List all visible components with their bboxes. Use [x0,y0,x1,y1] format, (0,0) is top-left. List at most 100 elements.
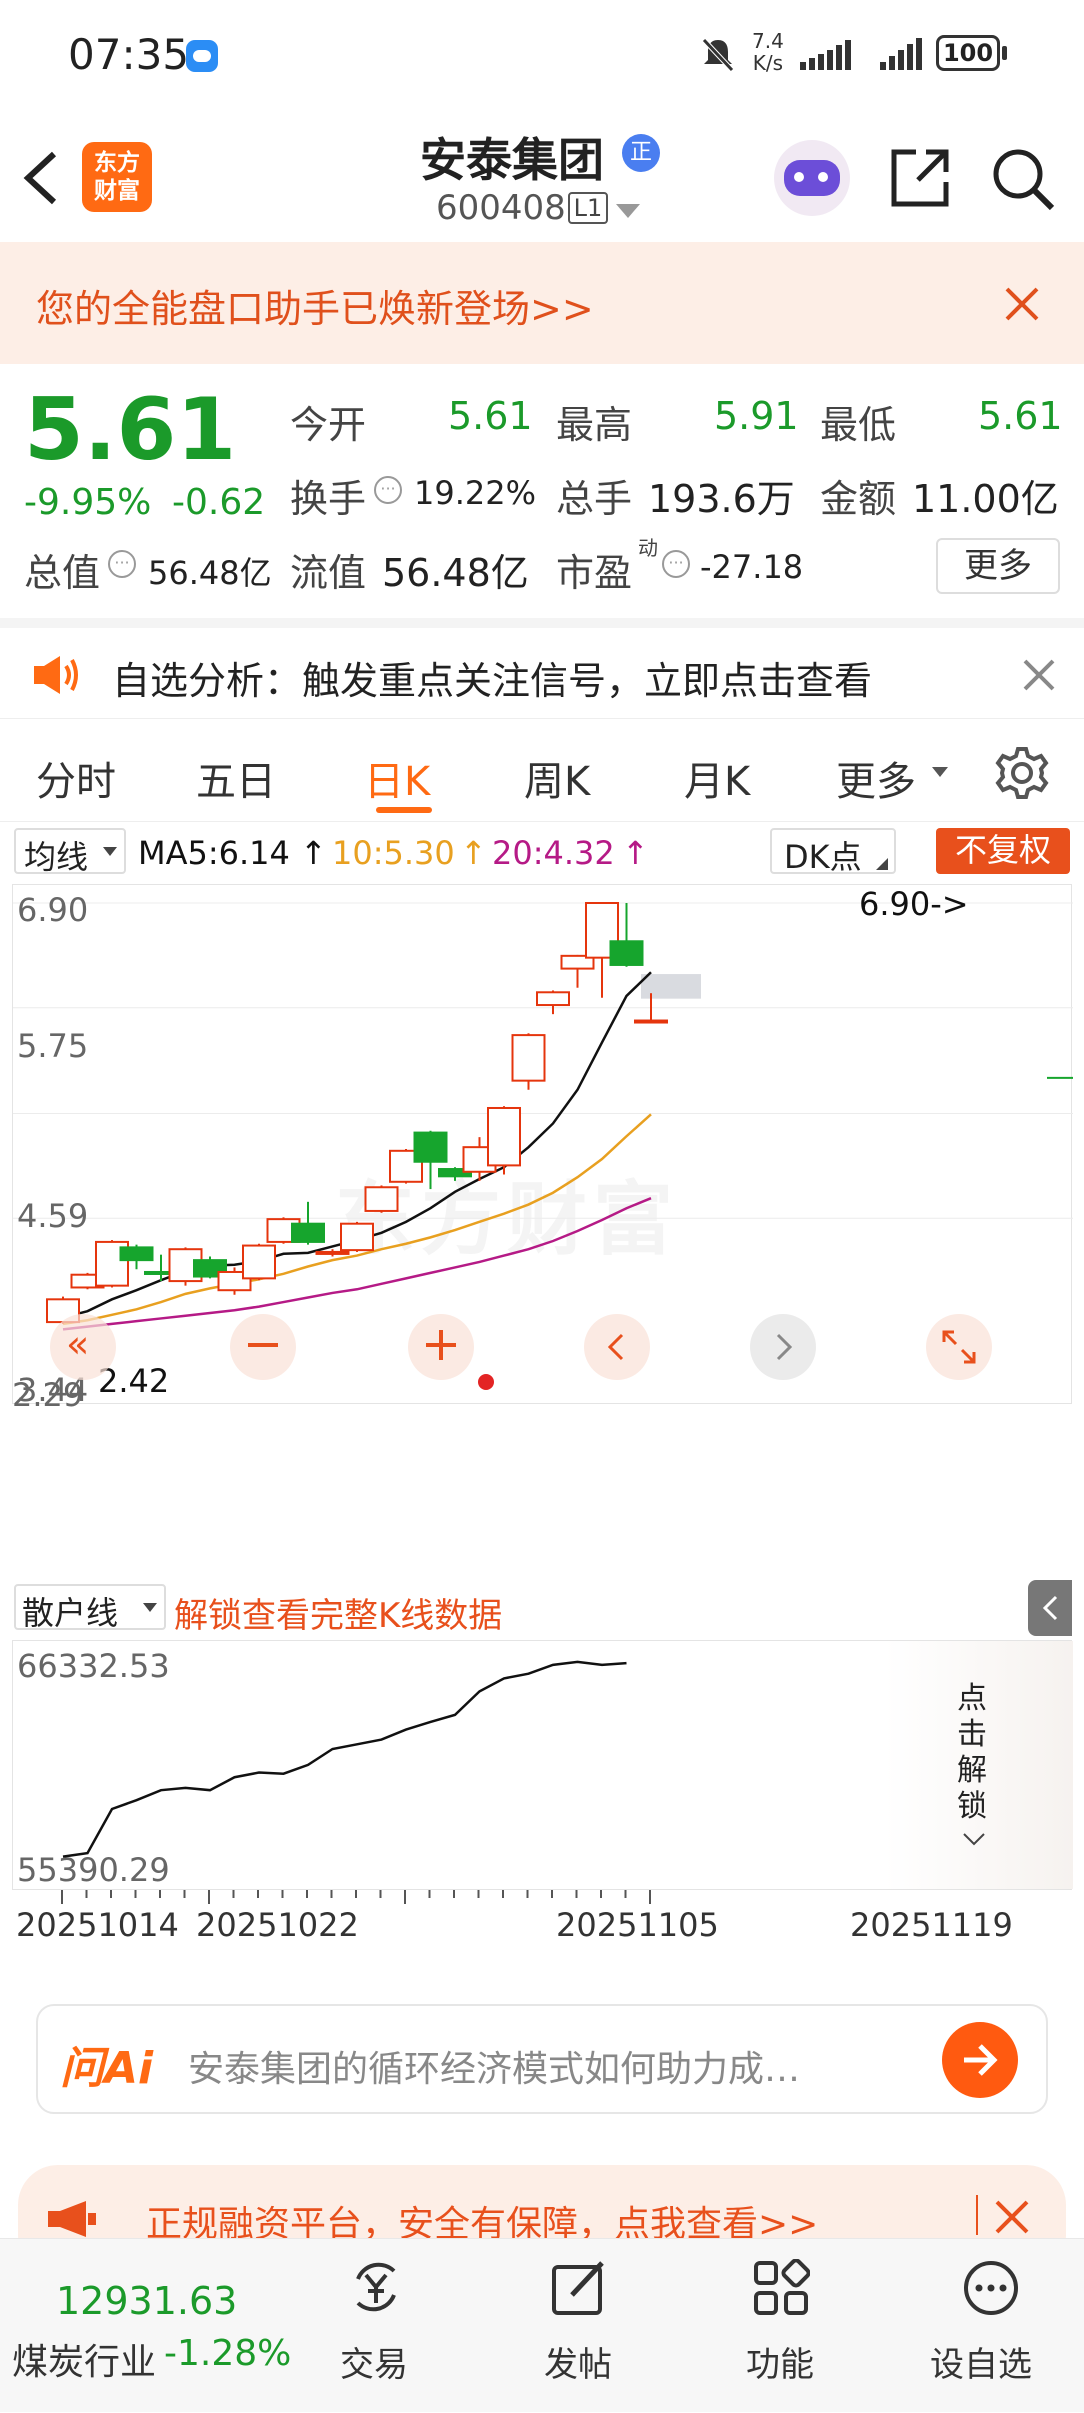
settings-gear-icon[interactable] [994,745,1050,801]
dk-point-select[interactable]: DK点 [770,828,896,876]
eastmoney-logo[interactable]: 东方 财富 [82,142,152,212]
badge-icon: 正 [622,134,660,172]
tab-daily-k[interactable]: 日K [364,749,430,807]
double-left-icon: « [66,1322,90,1366]
open-value: 5.61 [448,394,533,438]
assistant-robot-icon[interactable] [774,140,850,216]
adjust-button[interactable]: 不复权 [936,828,1070,874]
dropdown-triangle-icon[interactable] [614,202,642,220]
unlock-side-text: 点击解锁 [957,1681,987,1824]
status-bar: 07:35 7.4 K/s 100 [0,0,1084,110]
candle-body [536,991,570,1007]
tab-five-day[interactable]: 五日 [196,749,276,807]
bottom-nav: 12931.63 煤炭行业 -1.28% 交易 发帖 功能 设自选 [0,2238,1084,2412]
candle-body [340,1222,374,1252]
mcap-label: 总值 [24,551,101,595]
amount-label: 金额 [820,477,897,521]
speaker-icon [34,656,78,694]
info-icon[interactable]: ··· [662,550,690,578]
candle-body [511,1034,546,1082]
high-label: 最高 [556,403,633,447]
mute-icon [702,38,734,72]
candle-body [291,1222,325,1243]
nav-functions[interactable]: 功能 [726,2239,836,2413]
ai-question-box[interactable]: 问Ai 安泰集团的循环经济模式如何助力成… [36,2004,1048,2114]
ai-submit-button[interactable] [942,2022,1018,2098]
y-label-bottom: 2.29 [12,1376,84,1414]
ma5-arrow-icon: ↑ [300,834,327,872]
turnover-value: 19.22% [414,474,537,512]
info-icon[interactable]: ··· [108,550,136,578]
tab-monthly-k[interactable]: 月K [684,749,750,807]
index-name: 煤炭行业 [12,2342,157,2383]
ma20-arrow-icon: ↑ [622,834,649,872]
ai-question-text[interactable]: 安泰集团的循环经济模式如何助力成… [188,2040,800,2092]
sub-indicator-select[interactable]: 散户线 [14,1584,166,1632]
chevron-left-icon [1042,1595,1058,1621]
grid-apps-icon [754,2259,810,2315]
mcap-value: 56.48亿 [148,554,272,592]
tab-weekly-k[interactable]: 周K [524,749,590,807]
fullscreen-button[interactable] [926,1314,992,1380]
float-label: 流值 [290,551,367,595]
zoom-out-button[interactable] [230,1314,296,1380]
candle-body [634,1019,668,1024]
volume-label: 总手 [556,477,633,521]
volume-value: 193.6万 [648,477,795,521]
unlock-side-panel[interactable]: 点击解锁 [885,1641,1073,1889]
scroll-right-button[interactable] [750,1314,816,1380]
red-dot-marker [478,1374,494,1390]
y-label-top: 6.90 [17,891,89,929]
signal-icon-2 [880,38,922,70]
stock-code: 600408 [436,188,566,228]
chart-area: 均线 MA5:6.14 ↑ 10:5.30 ↑ 20:4.32 ↑ DK点 不复… [0,822,1084,1972]
assistant-banner[interactable]: 您的全能盘口助手已焕新登场>> [0,242,1084,364]
megaphone-icon [48,2201,96,2237]
quote-panel: 5.61 -9.95% -0.62 今开 5.61 最高 5.91 最低 5.6… [0,364,1084,614]
sub-y-max: 66332.53 [17,1647,170,1685]
ma20-value: 20:4.32 [492,834,615,872]
close-icon[interactable] [1022,658,1056,692]
nav-trade[interactable]: 交易 [320,2239,430,2413]
chevron-down-icon [963,1833,985,1846]
notice-text: 自选分析：触发重点关注信号，立即点击查看 [112,659,873,703]
stock-name: 安泰集团 [420,133,604,187]
close-icon[interactable] [1004,286,1040,322]
collapse-side-button[interactable] [1028,1580,1072,1636]
scroll-left-button[interactable] [584,1314,650,1380]
zoom-out-far-button[interactable]: « [50,1314,116,1380]
candle-body [413,1131,448,1163]
tab-intraday[interactable]: 分时 [36,749,116,807]
arrow-right-icon [964,2044,998,2076]
more-button[interactable]: 更多 [936,538,1060,594]
ma-select[interactable]: 均线 [14,828,126,876]
active-tab-indicator [376,807,432,813]
battery-icon: 100 [936,35,1000,71]
analysis-notice[interactable]: 自选分析：触发重点关注信号，立即点击查看 [0,618,1084,718]
low-value: 5.61 [978,394,1063,438]
nav-post[interactable]: 发帖 [524,2239,634,2413]
status-time: 07:35 [68,30,190,79]
info-icon[interactable]: ··· [374,476,402,504]
dropdown-triangle-icon[interactable] [930,765,950,779]
industry-index[interactable]: 12931.63 煤炭行业 -1.28% [0,2239,300,2413]
trade-yen-icon [356,2262,396,2312]
sub-chart-panel[interactable]: 66332.53 55390.29 点击解锁 [12,1640,1073,1890]
chart-controls: 2.42 2.29 « [12,1292,1072,1414]
nav-add-watchlist[interactable]: 设自选 [926,2239,1056,2413]
high-value: 5.91 [714,394,799,438]
x-date-2: 20251022 [194,1906,359,1944]
float-value: 56.48亿 [382,551,529,595]
unlock-kline-link[interactable]: 解锁查看完整K线数据 [174,1588,502,1637]
tab-more[interactable]: 更多 [836,749,916,807]
search-icon[interactable] [990,146,1056,212]
retail-line [62,1660,627,1858]
ma10-value: 10:5.30 [332,834,455,872]
ma5-line [62,971,652,1319]
close-icon[interactable] [994,2199,1030,2235]
zoom-in-button[interactable] [408,1314,474,1380]
dropdown-triangle-icon [103,847,117,856]
back-arrow-icon[interactable] [20,148,60,208]
share-icon[interactable] [888,146,952,210]
level-badge[interactable]: L1 [568,192,608,224]
